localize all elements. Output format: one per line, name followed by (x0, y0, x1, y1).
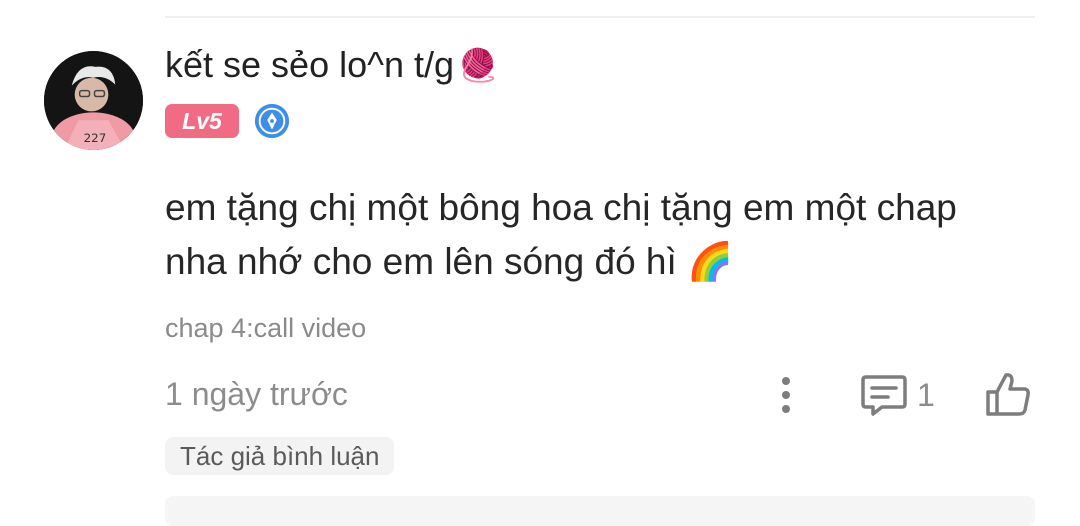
user-badges: Lv5 (165, 102, 291, 140)
top-divider (165, 16, 1035, 18)
comment-text: em tặng chị một bông hoa chị tặng em một… (165, 187, 957, 282)
yarn-emoji: 🧶 (458, 47, 498, 83)
thumbs-up-icon[interactable] (983, 370, 1033, 418)
svg-text:227: 227 (84, 131, 107, 145)
level-badge: Lv5 (165, 104, 239, 138)
avatar-image: 227 (44, 51, 143, 150)
username-text: kết se sẻo lo^n t/g (165, 44, 455, 85)
rainbow-emoji: 🌈 (687, 241, 734, 282)
more-vertical-icon[interactable] (772, 374, 800, 416)
comment-username[interactable]: kết se sẻo lo^n t/g 🧶 (165, 44, 498, 86)
user-avatar[interactable]: 227 (44, 51, 143, 150)
author-medal-icon (254, 103, 290, 139)
comment-body: em tặng chị một bông hoa chị tặng em một… (165, 181, 1025, 289)
chapter-reference[interactable]: chap 4:call video (165, 313, 366, 344)
next-comment-panel (165, 496, 1035, 526)
comment-bubble-icon[interactable] (860, 372, 908, 418)
author-comment-tag: Tác giả bình luận (165, 437, 395, 475)
comment-timestamp: 1 ngày trước (165, 376, 348, 412)
reply-count[interactable]: 1 (917, 377, 935, 414)
